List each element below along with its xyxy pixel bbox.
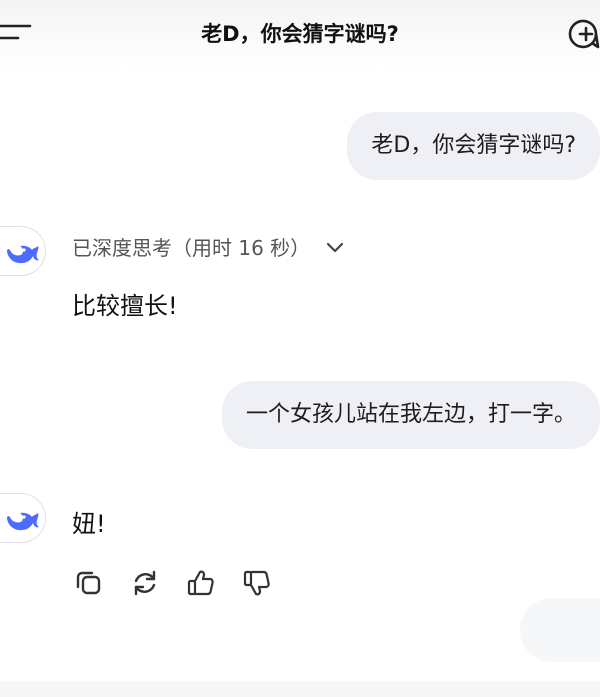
whale-logo-icon [0,493,46,543]
user-message[interactable]: 一个女孩儿站在我左边，打一字。 [221,381,600,449]
new-chat-icon[interactable] [566,16,600,52]
floating-button[interactable] [520,598,600,662]
thinking-toggle[interactable]: 已深度思考（用时 16 秒） [72,232,346,261]
thumbs-up-icon[interactable] [184,566,218,600]
chat-title: 老D，你会猜字谜吗? [201,22,399,46]
chevron-down-icon [324,236,346,258]
user-message[interactable]: 老D，你会猜字谜吗? [347,112,600,180]
thumbs-down-icon[interactable] [240,566,274,600]
thinking-label: 已深度思考（用时 16 秒） [72,236,311,260]
whale-logo-icon [0,226,46,276]
regenerate-icon[interactable] [128,566,162,600]
message-actions [72,566,296,600]
bottom-bar [0,681,600,697]
top-bar: 老D，你会猜字谜吗? [0,0,600,70]
assistant-message: 比较擅长! [72,292,178,320]
copy-icon[interactable] [72,566,106,600]
assistant-message: 妞! [72,510,106,538]
